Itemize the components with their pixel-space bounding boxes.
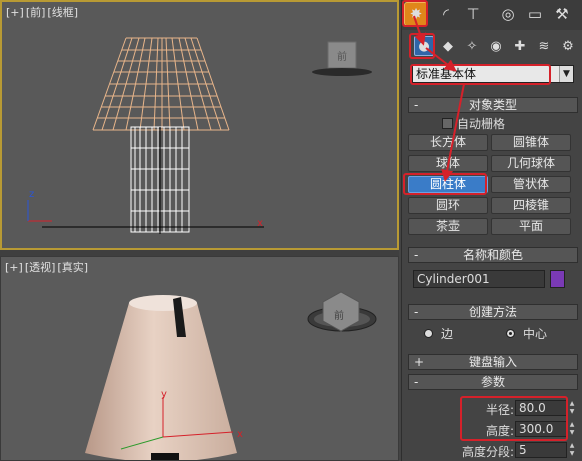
lamp-shaded xyxy=(85,291,377,460)
y-axis-label: y xyxy=(161,389,167,400)
height-spinner[interactable]: ▲ ▼ xyxy=(568,421,576,437)
plane-button[interactable]: 平面 xyxy=(491,218,571,235)
height-segments-input[interactable]: 5 xyxy=(515,442,567,458)
z-axis-label: z xyxy=(29,189,35,200)
view-cube[interactable]: 前 xyxy=(334,307,344,322)
center-radio[interactable]: 中心 xyxy=(506,325,547,342)
object-color-swatch[interactable] xyxy=(550,270,565,288)
parameters-rollout[interactable]: - 参数 xyxy=(408,374,578,390)
lamp-wireframe xyxy=(27,37,372,234)
height-segments-param: 高度分段: 5 ▲ ▼ xyxy=(461,442,576,459)
creation-method-rollout[interactable]: - 创建方法 xyxy=(408,304,578,320)
view-cube[interactable]: 前 xyxy=(337,48,347,63)
params-highlight xyxy=(460,396,568,441)
teapot-button[interactable]: 茶壶 xyxy=(408,218,488,235)
edge-radio[interactable]: 边 xyxy=(424,325,453,342)
keyboard-entry-rollout[interactable]: + 键盘输入 xyxy=(408,354,578,370)
height-segments-spinner[interactable]: ▲ ▼ xyxy=(568,442,576,458)
front-viewport[interactable]: [+] [前] [线框] x z 前 xyxy=(0,0,399,250)
x-axis-label: x xyxy=(237,429,243,440)
object-name-input[interactable]: Cylinder001 xyxy=(413,270,545,288)
name-color-rollout[interactable]: - 名称和颜色 xyxy=(408,247,578,263)
radius-spinner[interactable]: ▲ ▼ xyxy=(568,400,576,416)
annotation-arrows xyxy=(413,15,465,182)
command-panel: ✸ ◜ ⊤ ◎ ▭ ⚒ ● ◆ ✧ ◉ ✚ ≋ ⚙ 标准基本体 ▼ - 对象类型… xyxy=(401,0,582,461)
perspective-viewport[interactable]: [+] [透视] [真实] x y 前 xyxy=(0,256,399,461)
x-axis-label: x xyxy=(257,218,263,229)
